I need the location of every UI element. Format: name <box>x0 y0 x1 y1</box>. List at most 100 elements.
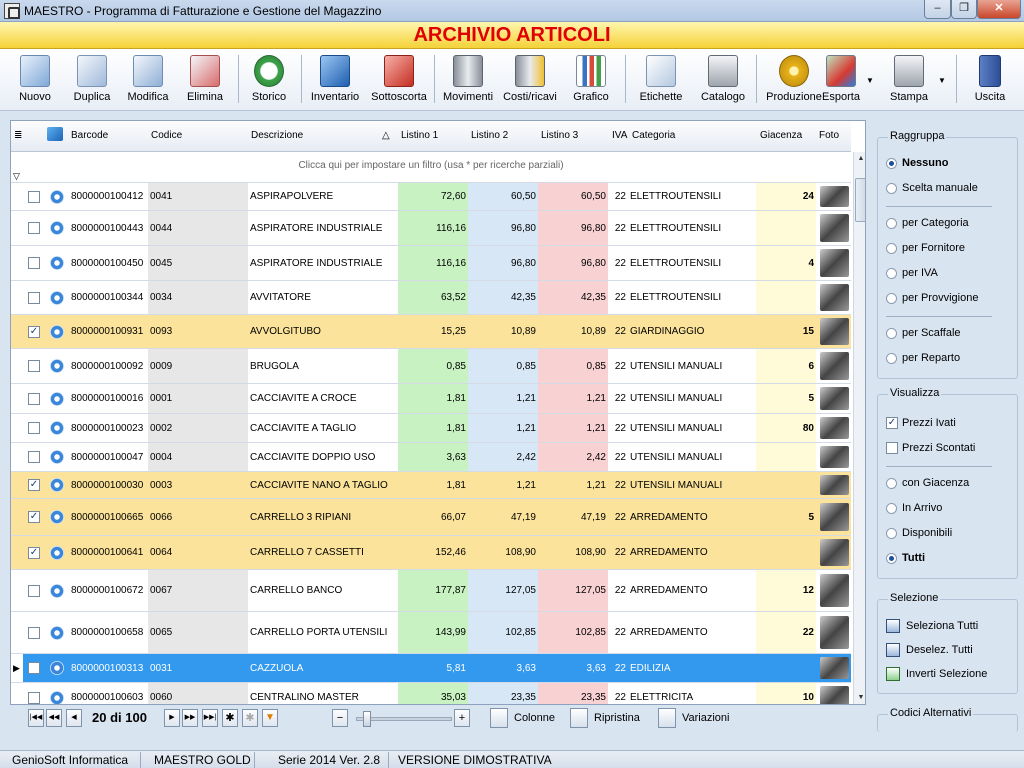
nuovo-button[interactable]: Nuovo <box>14 52 56 108</box>
colonne-button[interactable]: Colonne <box>514 712 555 724</box>
app-icon[interactable] <box>4 3 20 19</box>
esporta-dropdown-button[interactable]: ▼ <box>864 52 874 108</box>
column-header-barcode[interactable]: Barcode <box>71 130 108 141</box>
column-header-iva[interactable]: IVA <box>612 130 627 141</box>
columns-icon[interactable] <box>490 708 508 728</box>
article-type-column-icon[interactable] <box>47 127 63 141</box>
variations-icon[interactable] <box>658 708 676 728</box>
row-checkbox[interactable]: ✓ <box>23 536 45 569</box>
table-row[interactable]: ▶ 8000000100313 0031 CAZZUOLA 5,81 3,63 3,63 22… <box>11 654 851 683</box>
radio-nessuno[interactable]: Nessuno <box>886 157 948 169</box>
row-checkbox[interactable] <box>23 211 45 245</box>
table-row[interactable]: 8000000100658 0065 CARRELLO PORTA UTENSILI… <box>11 612 851 654</box>
catalogo-button[interactable]: Catalogo <box>699 52 747 108</box>
checkbox[interactable]: ✓ <box>28 325 40 338</box>
sottoscorta-button[interactable]: Sottoscorta <box>370 52 428 108</box>
row-checkbox[interactable]: ✓ <box>23 315 45 348</box>
costi-ricavi-button[interactable]: Costi/ricavi <box>502 52 558 108</box>
variazioni-button[interactable]: Variazioni <box>682 712 730 724</box>
table-row[interactable]: 8000000100603 0060 CENTRALINO MASTER 35,03 2… <box>11 683 851 704</box>
uscita-button[interactable]: Uscita <box>970 52 1010 108</box>
row-checkbox[interactable] <box>23 612 45 653</box>
first-record-button[interactable]: |◀◀ <box>28 709 44 727</box>
table-row[interactable]: 8000000100443 0044 ASPIRATORE INDUSTRIALE 1… <box>11 211 851 246</box>
zoom-slider-knob[interactable] <box>363 711 371 727</box>
checkbox[interactable] <box>28 584 40 597</box>
column-header-listino1[interactable]: Listino 1 <box>401 130 438 141</box>
etichette-button[interactable]: Etichette <box>636 52 686 108</box>
row-checkbox[interactable] <box>23 281 45 314</box>
column-chooser-icon[interactable]: ≣ <box>14 130 22 141</box>
table-row[interactable]: 8000000100092 0009 BRUGOLA 0,85 0,85 0,85 22 UT… <box>11 349 851 384</box>
minimize-button[interactable]: – <box>924 0 951 19</box>
checkbox[interactable]: ✓ <box>28 546 40 559</box>
deselez-tutti-button[interactable]: Deselez. Tutti <box>886 643 973 657</box>
table-row[interactable]: ✓ 8000000100665 0066 CARRELLO 3 RIPIANI 66,0… <box>11 499 851 536</box>
inverti-selezione-button[interactable]: Inverti Selezione <box>886 667 987 681</box>
radio-disponibili[interactable]: Disponibili <box>886 527 952 539</box>
radio-scelta-manuale[interactable]: Scelta manuale <box>886 182 978 194</box>
radio-per-provvigione[interactable]: per Provvigione <box>886 292 978 304</box>
previous-record-button[interactable]: ◀ <box>66 709 82 727</box>
table-row[interactable]: 8000000100450 0045 ASPIRATORE INDUSTRIALE 1… <box>11 246 851 281</box>
column-header-giacenza[interactable]: Giacenza <box>760 130 802 141</box>
checkbox-prezzi-scontati[interactable]: Prezzi Scontati <box>886 442 975 454</box>
restore-icon[interactable] <box>570 708 588 728</box>
row-checkbox[interactable] <box>23 570 45 611</box>
table-row[interactable]: 8000000100412 0041 ASPIRAPOLVERE 72,60 60,50… <box>11 183 851 211</box>
scroll-up-icon[interactable]: ▲ <box>854 152 865 166</box>
column-header-descrizione[interactable]: Descrizione <box>251 130 303 141</box>
radio-in-arrivo[interactable]: In Arrivo <box>886 502 942 514</box>
radio-per-fornitore[interactable]: per Fornitore <box>886 242 965 254</box>
radio-per-scaffale[interactable]: per Scaffale <box>886 327 961 339</box>
checkbox[interactable] <box>28 451 40 463</box>
zoom-slider[interactable] <box>356 711 452 727</box>
row-checkbox[interactable]: ✓ <box>23 499 45 535</box>
checkbox[interactable] <box>28 257 40 269</box>
checkbox[interactable] <box>28 626 40 639</box>
row-checkbox[interactable] <box>23 414 45 442</box>
column-header-listino3[interactable]: Listino 3 <box>541 130 578 141</box>
table-row[interactable]: 8000000100023 0002 CACCIAVITE A TAGLIO 1,81… <box>11 414 851 443</box>
row-checkbox[interactable]: ✓ <box>23 472 45 498</box>
previous-page-button[interactable]: ◀◀ <box>46 709 62 727</box>
modifica-button[interactable]: Modifica <box>126 52 170 108</box>
esporta-button[interactable]: Esporta <box>820 52 862 108</box>
produzione-button[interactable]: Produzione <box>766 52 822 108</box>
radio-per-reparto[interactable]: per Reparto <box>886 352 960 364</box>
checkbox[interactable] <box>28 422 40 434</box>
stampa-button[interactable]: Stampa <box>884 52 934 108</box>
radio-per-iva[interactable]: per IVA <box>886 267 938 279</box>
filter-row[interactable]: ▽ Clicca qui per impostare un filtro (us… <box>11 152 851 183</box>
row-checkbox[interactable] <box>23 246 45 280</box>
vertical-scrollbar[interactable]: ▲ ▼ <box>853 152 865 704</box>
ripristina-button[interactable]: Ripristina <box>594 712 640 724</box>
table-row[interactable]: ✓ 8000000100641 0064 CARRELLO 7 CASSETTI 152… <box>11 536 851 570</box>
inventario-button[interactable]: Inventario <box>309 52 361 108</box>
table-row[interactable]: 8000000100344 0034 AVVITATORE 63,52 42,35 42,… <box>11 281 851 315</box>
row-checkbox[interactable] <box>23 654 45 682</box>
column-header-categoria[interactable]: Categoria <box>632 130 675 141</box>
row-checkbox[interactable] <box>23 384 45 413</box>
seleziona-tutti-button[interactable]: Seleziona Tutti <box>886 619 978 633</box>
table-row[interactable]: ✓ 8000000100931 0093 AVVOLGITUBO 15,25 10,89 1… <box>11 315 851 349</box>
duplica-button[interactable]: Duplica <box>70 52 114 108</box>
filter-icon[interactable]: ▼ <box>262 709 278 727</box>
close-button[interactable]: ✕ <box>977 0 1021 19</box>
movimenti-button[interactable]: Movimenti <box>442 52 494 108</box>
radio-tutti[interactable]: Tutti <box>886 552 925 564</box>
table-row[interactable]: 8000000100672 0067 CARRELLO BANCO 177,87 127… <box>11 570 851 612</box>
row-checkbox[interactable] <box>23 683 45 704</box>
column-header-listino2[interactable]: Listino 2 <box>471 130 508 141</box>
checkbox[interactable] <box>28 291 40 304</box>
storico-button[interactable]: Storico <box>248 52 290 108</box>
checkbox[interactable] <box>28 392 40 405</box>
zoom-out-button[interactable]: − <box>332 709 348 727</box>
next-page-button[interactable]: ▶▶ <box>182 709 198 727</box>
checkbox[interactable]: ✓ <box>28 479 40 491</box>
maximize-button[interactable]: ❐ <box>951 0 977 19</box>
table-row[interactable]: 8000000100016 0001 CACCIAVITE A CROCE 1,81 1… <box>11 384 851 414</box>
checkbox[interactable] <box>28 691 40 704</box>
radio-per-categoria[interactable]: per Categoria <box>886 217 969 229</box>
table-row[interactable]: ✓ 8000000100030 0003 CACCIAVITE NANO A TAGL… <box>11 472 851 499</box>
